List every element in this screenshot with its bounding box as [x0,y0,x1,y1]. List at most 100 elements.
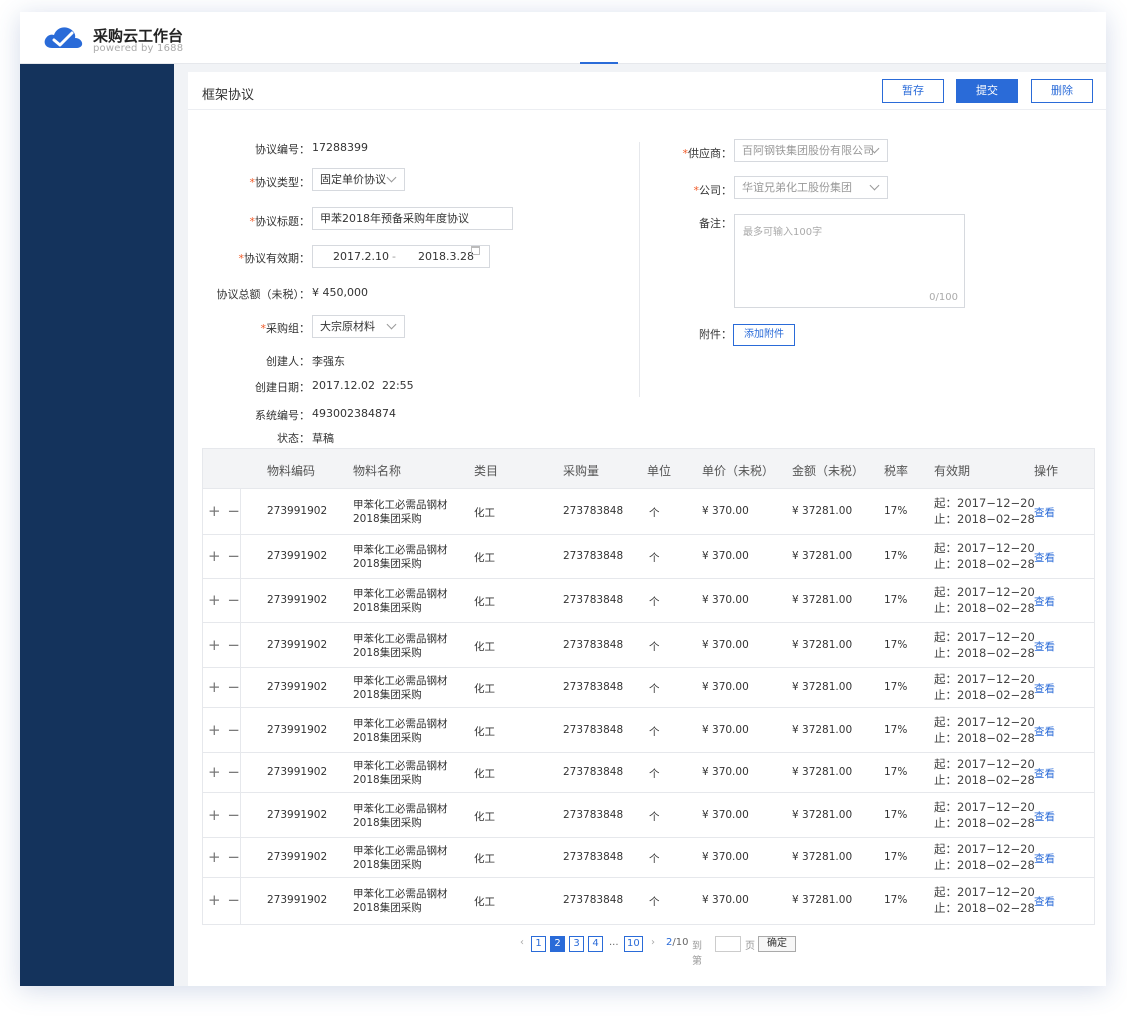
validity-start-cell: 起：2017−12−20 [934,885,1035,899]
material-code-cell: 273991902 [267,681,328,693]
amount-cell: ¥ 37281.00 [792,681,853,693]
view-link[interactable]: 查看 [1034,505,1055,520]
view-link[interactable]: 查看 [1034,724,1055,739]
company-value: 华谊兄弟化工股份集团 [742,181,852,194]
material-code-cell: 273991902 [267,851,328,863]
validity-end-cell: 止：2018−02−28 [934,816,1035,830]
page-4-button[interactable]: 4 [588,936,603,952]
delete-button[interactable]: 删除 [1031,79,1093,103]
category-cell: 化工 [474,811,495,823]
creator-value: 李强东 [312,355,345,368]
tax-rate-cell: 17% [884,766,908,778]
add-remove-row-icons[interactable]: + − [208,591,241,609]
page-10-button[interactable]: 10 [624,936,643,952]
col-material-code-header: 物料编码 [267,464,316,478]
validity-start-cell: 起：2017−12−20 [934,541,1035,555]
add-remove-row-icons[interactable]: + − [208,721,241,739]
validity-start-cell: 起：2017−12−20 [934,715,1035,729]
submit-button[interactable]: 提交 [956,79,1018,103]
row-tool-divider [240,668,241,707]
add-remove-row-icons[interactable]: + − [208,806,241,824]
view-link[interactable]: 查看 [1034,681,1055,696]
view-link[interactable]: 查看 [1034,550,1055,565]
unit-price-cell: ¥ 370.00 [702,550,749,562]
save-draft-button[interactable]: 暂存 [882,79,944,103]
view-link[interactable]: 查看 [1034,894,1055,909]
add-remove-row-icons[interactable]: + − [208,547,241,565]
row-tool-divider [240,753,241,792]
validity-end-cell: 止：2018−02−28 [934,858,1035,872]
column-divider [639,142,640,397]
unit-cell: 个 [649,641,660,653]
total-amount-value: ¥ 450,000 [312,286,368,299]
amount-cell: ¥ 37281.00 [792,766,853,778]
unit-price-cell: ¥ 370.00 [702,809,749,821]
purchase-group-select[interactable]: 大宗原材料 [312,315,405,338]
validity-label: *协议有效期： [238,252,311,265]
next-page-icon[interactable]: › [651,937,655,948]
col-tax-rate-header: 税率 [884,464,909,478]
material-code-cell: 273991902 [267,505,328,517]
tax-rate-cell: 17% [884,505,908,517]
material-code-cell: 273991902 [267,724,328,736]
remark-placeholder: 最多可输入100字 [743,227,823,238]
unit-price-cell: ¥ 370.00 [702,894,749,906]
validity-start-cell: 起：2017−12−20 [934,672,1035,686]
top-bar: 采购云工作台 powered by 1688 [20,12,1106,64]
validity-date-range[interactable]: 2017.2.10 - 2018.3.28 [312,245,490,268]
validity-start: 2017.2.10 [333,250,389,263]
add-remove-row-icons[interactable]: + − [208,763,241,781]
validity-start-cell: 起：2017−12−20 [934,585,1035,599]
material-name-line2: 2018集团采购 [353,859,422,871]
goto-page-input[interactable] [715,936,741,952]
agreement-title-label: *协议标题： [249,215,311,228]
view-link[interactable]: 查看 [1034,809,1055,824]
material-name-line2: 2018集团采购 [353,774,422,786]
quantity-cell: 273783848 [563,766,624,778]
view-link[interactable]: 查看 [1034,594,1055,609]
col-category-header: 类目 [474,464,499,478]
agreement-no-label: 协议编号： [255,143,310,156]
page-2-button[interactable]: 2 [550,936,565,952]
page-header: 框架协议 暂存 提交 删除 [188,72,1106,110]
add-remove-row-icons[interactable]: + − [208,678,241,696]
tax-rate-cell: 17% [884,894,908,906]
remark-counter: 0/100 [929,292,958,303]
page-1-button[interactable]: 1 [531,936,546,952]
unit-cell: 个 [649,726,660,738]
goto-confirm-button[interactable]: 确定 [758,936,796,952]
quantity-cell: 273783848 [563,550,624,562]
add-remove-row-icons[interactable]: + − [208,636,241,654]
company-select[interactable]: 华谊兄弟化工股份集团 [734,176,888,199]
quantity-cell: 273783848 [563,724,624,736]
material-name-line2: 2018集团采购 [353,558,422,570]
tax-rate-cell: 17% [884,809,908,821]
view-link[interactable]: 查看 [1034,639,1055,654]
agreement-type-label: *协议类型： [249,176,311,189]
material-name-line1: 甲苯化工必需品钢材 [353,499,448,511]
prev-page-icon[interactable]: ‹ [520,937,524,948]
row-tool-divider [240,623,241,667]
material-name-line2: 2018集团采购 [353,647,422,659]
add-remove-row-icons[interactable]: + − [208,848,241,866]
material-name-line1: 甲苯化工必需品钢材 [353,845,448,857]
tax-rate-cell: 17% [884,639,908,651]
page-3-button[interactable]: 3 [569,936,584,952]
view-link[interactable]: 查看 [1034,766,1055,781]
supplier-select[interactable]: 百阿钢铁集团股份有限公司 [734,139,888,162]
remark-textarea[interactable]: 最多可输入100字 0/100 [734,214,965,308]
agreement-title-input[interactable]: 甲苯2018年预备采购年度协议 [312,207,513,230]
material-code-cell: 273991902 [267,809,328,821]
agreement-type-select[interactable]: 固定单价协议 [312,168,405,191]
purchase-group-label: *采购组： [260,322,311,335]
category-cell: 化工 [474,768,495,780]
add-remove-row-icons[interactable]: + − [208,502,241,520]
material-code-cell: 273991902 [267,550,328,562]
row-tool-divider [240,708,241,752]
validity-end-cell: 止：2018−02−28 [934,773,1035,787]
table-header: 物料编码 物料名称 类目 采购量 单位 单价（未税） 金额（未税） 税率 有效期 操作 [203,449,1094,489]
add-attachment-button[interactable]: 添加附件 [733,324,795,346]
view-link[interactable]: 查看 [1034,851,1055,866]
tax-rate-cell: 17% [884,594,908,606]
add-remove-row-icons[interactable]: + − [208,891,241,909]
